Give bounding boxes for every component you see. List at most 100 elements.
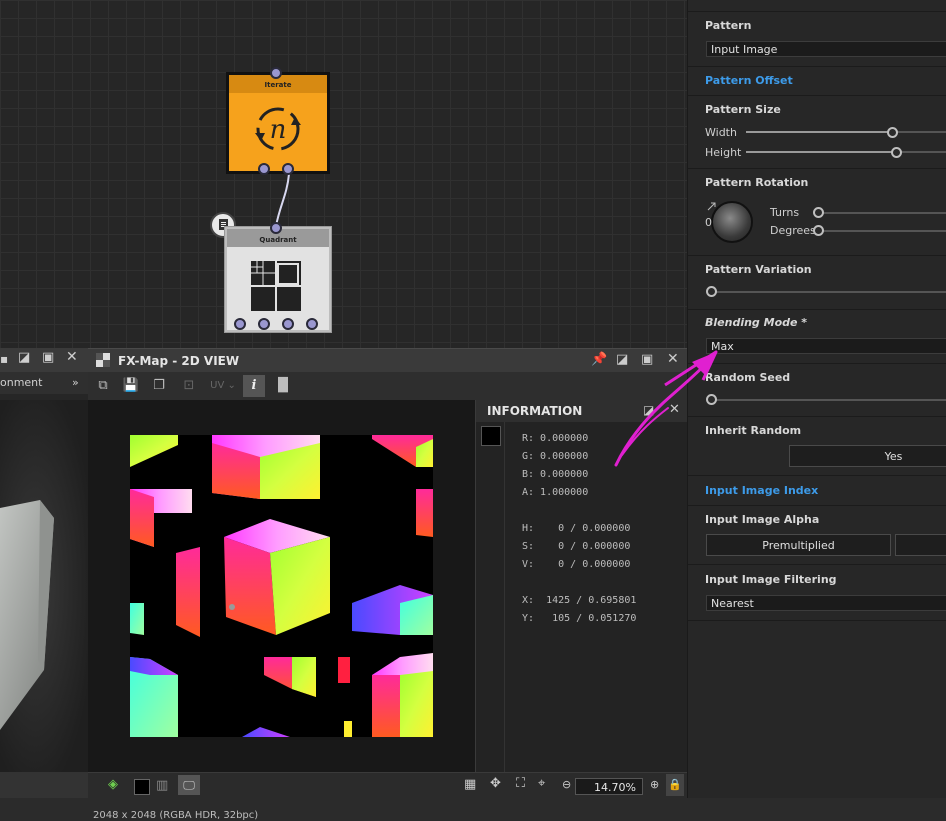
iterate-node[interactable]: Iterate n	[226, 72, 330, 174]
tile-icon[interactable]: ▥	[156, 778, 168, 793]
rotation-dial-value: 0	[705, 216, 712, 229]
color-swatch	[481, 426, 501, 446]
output-port[interactable]	[282, 163, 294, 175]
input-port[interactable]	[270, 67, 282, 79]
maximize-icon[interactable]: ▣	[42, 350, 54, 365]
info-a: A: 1.000000	[522, 487, 589, 498]
channels-icon[interactable]: ⊡	[178, 375, 200, 397]
pattern-offset-label[interactable]: Pattern Offset	[705, 74, 793, 87]
iterate-icon: n	[255, 107, 301, 151]
uv-button[interactable]: UV ⌄	[206, 375, 240, 397]
2d-viewport[interactable]: 2048 x 2048 (RGBA HDR, 32bpc)	[88, 400, 475, 821]
2d-view-panel[interactable]: FX-Map - 2D VIEW 📌 ◪ ▣ ✕ ⧉ 💾 ❐ ⊡ UV ⌄ i …	[88, 348, 688, 821]
divider	[504, 422, 505, 772]
height-label: Height	[705, 146, 742, 159]
output-port[interactable]	[306, 318, 318, 330]
uv-label: UV	[210, 380, 225, 391]
pin-icon[interactable]: 📌	[591, 352, 607, 367]
close-icon[interactable]: ✕	[66, 349, 78, 365]
blending-mode-select[interactable]: Max	[706, 338, 946, 354]
close-icon[interactable]: ✕	[669, 402, 680, 417]
environment-tab-label: onment	[0, 376, 43, 389]
iterate-node-body: n	[229, 93, 327, 171]
degrees-slider-handle[interactable]	[813, 225, 824, 236]
input-image-filtering-label: Input Image Filtering	[705, 573, 837, 586]
float-icon[interactable]: ◪	[18, 350, 30, 365]
copy-icon[interactable]: ❐	[148, 375, 170, 397]
quadrant-node[interactable]: Quadrant	[224, 226, 332, 333]
zoom-input[interactable]: 14.70%	[575, 778, 643, 795]
info-toggle-icon[interactable]: i	[243, 375, 265, 397]
texture-preview[interactable]	[130, 435, 433, 737]
float-icon[interactable]: ◪	[616, 352, 628, 367]
environment-tab[interactable]: onment »	[0, 372, 88, 394]
zoom-out-icon[interactable]: ⊖	[562, 778, 571, 791]
info-y: Y: 105 / 0.051270	[522, 613, 637, 624]
info-g: G: 0.000000	[522, 451, 589, 462]
zoom-in-icon[interactable]: ⊕	[650, 778, 659, 791]
maximize-icon[interactable]: ▣	[641, 352, 653, 367]
panel-title: FX-Map - 2D VIEW	[118, 354, 240, 368]
lock-icon[interactable]: 🔒	[666, 774, 684, 796]
turns-slider-handle[interactable]	[813, 207, 824, 218]
info-b: B: 0.000000	[522, 469, 589, 480]
close-icon[interactable]: ✕	[667, 351, 679, 367]
histogram-icon[interactable]: ▐▌	[272, 375, 294, 397]
premultiplied-button[interactable]: Premultiplied	[706, 534, 891, 556]
alpha-option-button[interactable]	[895, 534, 946, 556]
degrees-slider-track[interactable]	[823, 230, 946, 232]
height-slider-track[interactable]	[746, 151, 946, 153]
inherit-random-yes-button[interactable]: Yes	[789, 445, 946, 467]
panel-header: FX-Map - 2D VIEW 📌 ◪ ▣ ✕	[88, 348, 687, 373]
3d-viewport[interactable]	[0, 400, 88, 772]
pattern-size-label: Pattern Size	[705, 103, 781, 116]
fit-icon[interactable]: ⛶	[516, 776, 525, 791]
width-slider-track[interactable]	[746, 131, 946, 133]
view-settings-icon[interactable]: ⧉	[92, 375, 114, 397]
width-slider-handle[interactable]	[886, 126, 898, 138]
inherit-random-label: Inherit Random	[705, 424, 802, 437]
info-x: X: 1425 / 0.695801	[522, 595, 637, 606]
display-icon[interactable]: 🖵	[178, 775, 200, 795]
graph-editor[interactable]: Iterate n Quadrant	[0, 0, 687, 348]
width-label: Width	[705, 126, 737, 139]
chevron-right-icon[interactable]: »	[72, 372, 79, 394]
properties-panel: Pattern Input Image Pattern Offset Patte…	[687, 0, 946, 798]
pattern-variation-slider-track[interactable]	[716, 291, 946, 293]
input-image-index-label[interactable]: Input Image Index	[705, 484, 818, 497]
2d-view-toolbar: ⧉ 💾 ❐ ⊡ UV ⌄ i ▐▌	[88, 372, 687, 400]
turns-slider-track[interactable]	[823, 212, 946, 214]
float-icon[interactable]: ◪	[643, 403, 654, 417]
input-image-filtering-select[interactable]: Nearest	[706, 595, 946, 611]
output-port[interactable]	[258, 163, 270, 175]
pattern-variation-slider-handle[interactable]	[706, 286, 717, 297]
restore-icon[interactable]: ▪	[0, 352, 8, 366]
input-image-alpha-label: Input Image Alpha	[705, 513, 820, 526]
layers-icon[interactable]: ◈	[108, 777, 118, 792]
output-port[interactable]	[234, 318, 246, 330]
center-icon[interactable]: ⌖	[538, 776, 545, 791]
grid-icon[interactable]: ▦	[464, 777, 476, 792]
pattern-label: Pattern	[705, 19, 752, 32]
output-port[interactable]	[258, 318, 270, 330]
3d-view-footer	[0, 772, 88, 798]
output-port[interactable]	[282, 318, 294, 330]
random-seed-slider-track[interactable]	[716, 399, 946, 401]
info-s: S: 0 / 0.000000	[522, 541, 631, 552]
rotation-arrow-icon	[707, 202, 716, 211]
pattern-select[interactable]: Input Image	[706, 41, 946, 57]
pixel-inspect-icon[interactable]: ✥	[490, 776, 501, 791]
random-seed-label: Random Seed	[705, 371, 791, 384]
panel-header: ▪ ◪ ▣ ✕	[0, 348, 88, 372]
info-r: R: 0.000000	[522, 433, 589, 444]
height-slider-handle[interactable]	[891, 146, 902, 158]
3d-model-cube	[0, 500, 54, 730]
turns-label: Turns	[770, 206, 800, 219]
input-port[interactable]	[270, 222, 282, 234]
save-icon[interactable]: 💾	[120, 375, 142, 397]
background-color-icon[interactable]	[134, 779, 150, 795]
iterate-glyph: n	[270, 115, 287, 145]
3d-view-panel[interactable]: ▪ ◪ ▣ ✕ onment »	[0, 348, 88, 798]
node-link	[275, 173, 290, 227]
random-seed-slider-handle[interactable]	[706, 394, 717, 405]
